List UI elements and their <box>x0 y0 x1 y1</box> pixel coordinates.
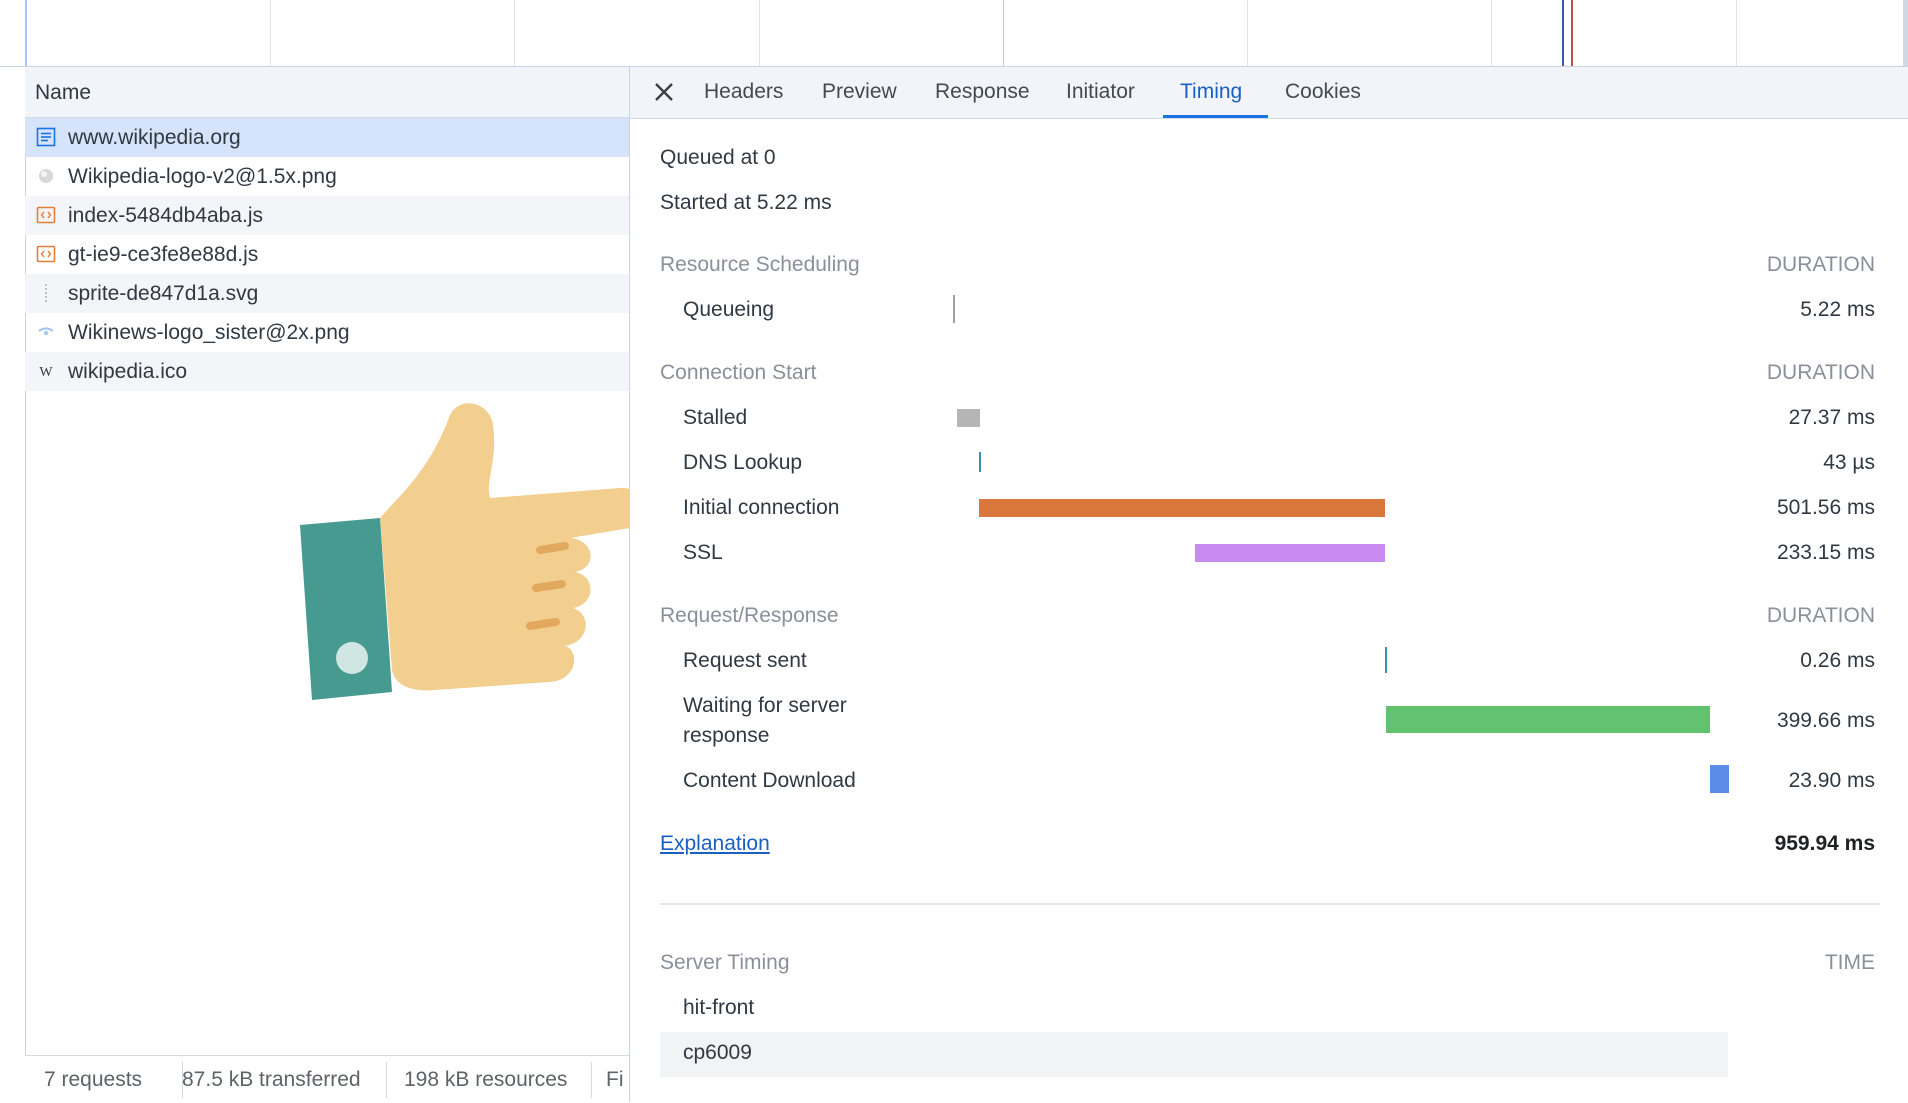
tab-cookies[interactable]: Cookies <box>1285 80 1361 104</box>
name-column-label: Name <box>35 81 92 104</box>
request-row[interactable]: index-5484db4aba.js <box>25 196 629 235</box>
timing-label: DNS Lookup <box>683 451 803 474</box>
request-name: www.wikipedia.org <box>68 126 241 149</box>
tab-response[interactable]: Response <box>935 80 1030 104</box>
request-row[interactable]: gt-ie9-ce3fe8e88d.js <box>25 235 629 274</box>
timing-value: 27.37 ms <box>1788 406 1875 429</box>
overview-gridline <box>1003 0 1004 66</box>
explanation-link[interactable]: Explanation <box>660 832 770 856</box>
dns-lookup-bar <box>979 452 981 472</box>
request-row[interactable]: W wikipedia.ico <box>25 352 629 391</box>
timing-value: 23.90 ms <box>1788 769 1875 792</box>
timing-value: 501.56 ms <box>1776 496 1875 519</box>
active-tab-indicator <box>1163 115 1268 118</box>
overview-gridline <box>514 0 515 66</box>
timing-label: Queueing <box>683 298 775 321</box>
script-icon <box>36 206 56 224</box>
duration-header: DURATION <box>1766 361 1875 384</box>
timing-label: Initial connection <box>683 496 840 519</box>
duration-header: DURATION <box>1766 604 1875 627</box>
transferred-label: 87.5 kB transferred <box>182 1068 361 1091</box>
image-icon <box>38 327 54 335</box>
svg-text:W: W <box>39 365 53 380</box>
document-icon <box>36 127 56 147</box>
request-name: Wikipedia-logo-v2@1.5x.png <box>68 165 337 188</box>
timing-value: 43 µs <box>1823 451 1875 474</box>
server-timing-row: hit-front <box>683 996 755 1019</box>
overview-gridline <box>1736 0 1737 66</box>
overview-gridline <box>759 0 760 66</box>
name-column-header[interactable]: Name <box>25 67 629 118</box>
overview-left-edge <box>25 0 27 66</box>
favicon-icon: W <box>39 365 53 380</box>
finish-time: Fi <box>606 1068 624 1091</box>
initial-connection-bar <box>979 499 1385 517</box>
timing-value: 233.15 ms <box>1776 541 1875 564</box>
timing-label: Waiting for server <box>683 694 847 717</box>
started-at: Started at 5.22 ms <box>660 191 832 214</box>
queueing-bar <box>953 295 955 323</box>
timing-panel: Queued at 0 Started at 5.22 ms Resource … <box>630 119 1908 1102</box>
tab-preview[interactable]: Preview <box>822 80 897 104</box>
total-duration: 959.94 ms <box>1774 832 1875 855</box>
svg-icon <box>45 284 47 302</box>
section-title: Connection Start <box>660 361 817 384</box>
timing-value: 399.66 ms <box>1776 709 1875 732</box>
request-row[interactable]: www.wikipedia.org <box>25 118 629 157</box>
timing-label: SSL <box>683 541 723 564</box>
network-overview[interactable] <box>0 0 1908 67</box>
request-name: wikipedia.ico <box>68 360 188 383</box>
status-separator <box>386 1062 387 1098</box>
duration-header: DURATION <box>1766 253 1875 276</box>
timing-label-cont: response <box>683 724 770 747</box>
content-download-bar <box>1710 765 1729 793</box>
section-title: Request/Response <box>660 604 839 627</box>
request-name: Wikinews-logo_sister@2x.png <box>68 321 350 344</box>
details-tab-bar: Headers Preview Response Initiator Timin… <box>630 67 1908 119</box>
queued-at: Queued at 0 <box>660 146 776 169</box>
overview-gridline <box>1491 0 1492 66</box>
request-name: sprite-de847d1a.svg <box>68 282 259 305</box>
request-row[interactable]: Wikinews-logo_sister@2x.png <box>25 313 629 352</box>
ssl-bar <box>1195 544 1385 562</box>
request-row[interactable]: sprite-de847d1a.svg <box>25 274 629 313</box>
timing-label: Request sent <box>683 649 807 672</box>
overview-right-edge <box>1903 0 1908 66</box>
image-icon <box>39 169 53 183</box>
server-timing-title: Server Timing <box>660 951 790 974</box>
status-bar: 7 requests 87.5 kB transferred 198 kB re… <box>25 1055 629 1103</box>
time-header: TIME <box>1824 951 1875 974</box>
overview-gridline <box>1247 0 1248 66</box>
waiting-bar <box>1386 706 1710 733</box>
stalled-bar <box>957 409 980 427</box>
timing-label: Content Download <box>683 769 856 792</box>
overview-gridline <box>270 0 271 66</box>
request-row[interactable]: Wikipedia-logo-v2@1.5x.png <box>25 157 629 196</box>
pointing-hand-icon <box>300 403 644 700</box>
dom-content-loaded-marker <box>1562 0 1564 66</box>
tab-initiator[interactable]: Initiator <box>1066 80 1135 104</box>
requests-count: 7 requests <box>44 1068 143 1091</box>
load-marker <box>1571 0 1573 66</box>
timing-value: 0.26 ms <box>1800 649 1875 672</box>
timing-label: Stalled <box>683 406 748 429</box>
tab-timing[interactable]: Timing <box>1180 80 1242 104</box>
script-icon <box>36 245 56 263</box>
request-name: gt-ie9-ce3fe8e88d.js <box>68 243 259 266</box>
resources-size: 198 kB resources <box>404 1068 568 1091</box>
request-name: index-5484db4aba.js <box>68 204 263 227</box>
server-timing-row: cp6009 <box>683 1041 752 1064</box>
section-divider <box>660 903 1880 905</box>
request-sent-bar <box>1385 647 1387 673</box>
server-timing-row-bg <box>660 1032 1728 1077</box>
close-icon[interactable] <box>652 80 676 104</box>
status-separator <box>591 1062 592 1098</box>
section-title: Resource Scheduling <box>660 253 860 276</box>
timing-value: 5.22 ms <box>1800 298 1875 321</box>
tab-headers[interactable]: Headers <box>704 80 783 104</box>
